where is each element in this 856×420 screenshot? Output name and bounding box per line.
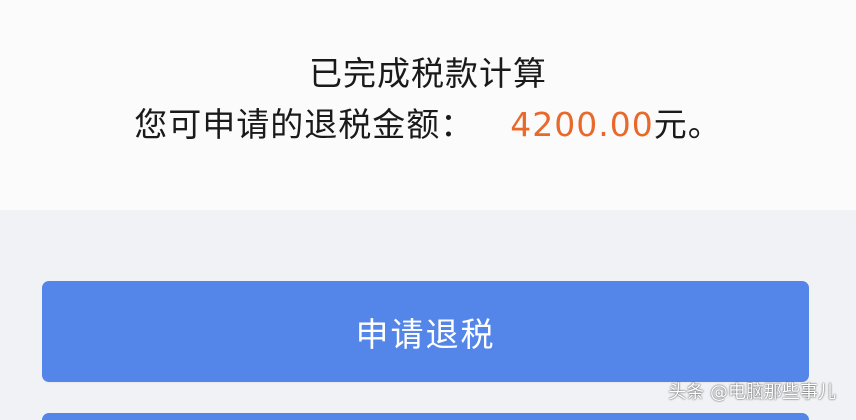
refund-amount-unit: 元。 (653, 105, 722, 144)
calculation-complete-title: 已完成税款计算 (309, 54, 547, 93)
refund-amount-line: 您可申请的退税金额： 4200.00元。 (0, 103, 856, 147)
apply-refund-button[interactable]: 申请退税 (42, 281, 809, 382)
next-action-button-partial[interactable] (42, 413, 809, 420)
tax-refund-result-page: 已完成税款计算 您可申请的退税金额： 4200.00元。 申请退税 头条 @电脑那… (0, 0, 856, 420)
watermark-logo: 头条 @电脑那些事儿 (668, 382, 836, 403)
result-panel: 已完成税款计算 您可申请的退税金额： 4200.00元。 (0, 0, 856, 210)
refund-amount-label: 您可申请的退税金额： (134, 105, 475, 144)
refund-amount-value: 4200.00 (510, 105, 654, 144)
